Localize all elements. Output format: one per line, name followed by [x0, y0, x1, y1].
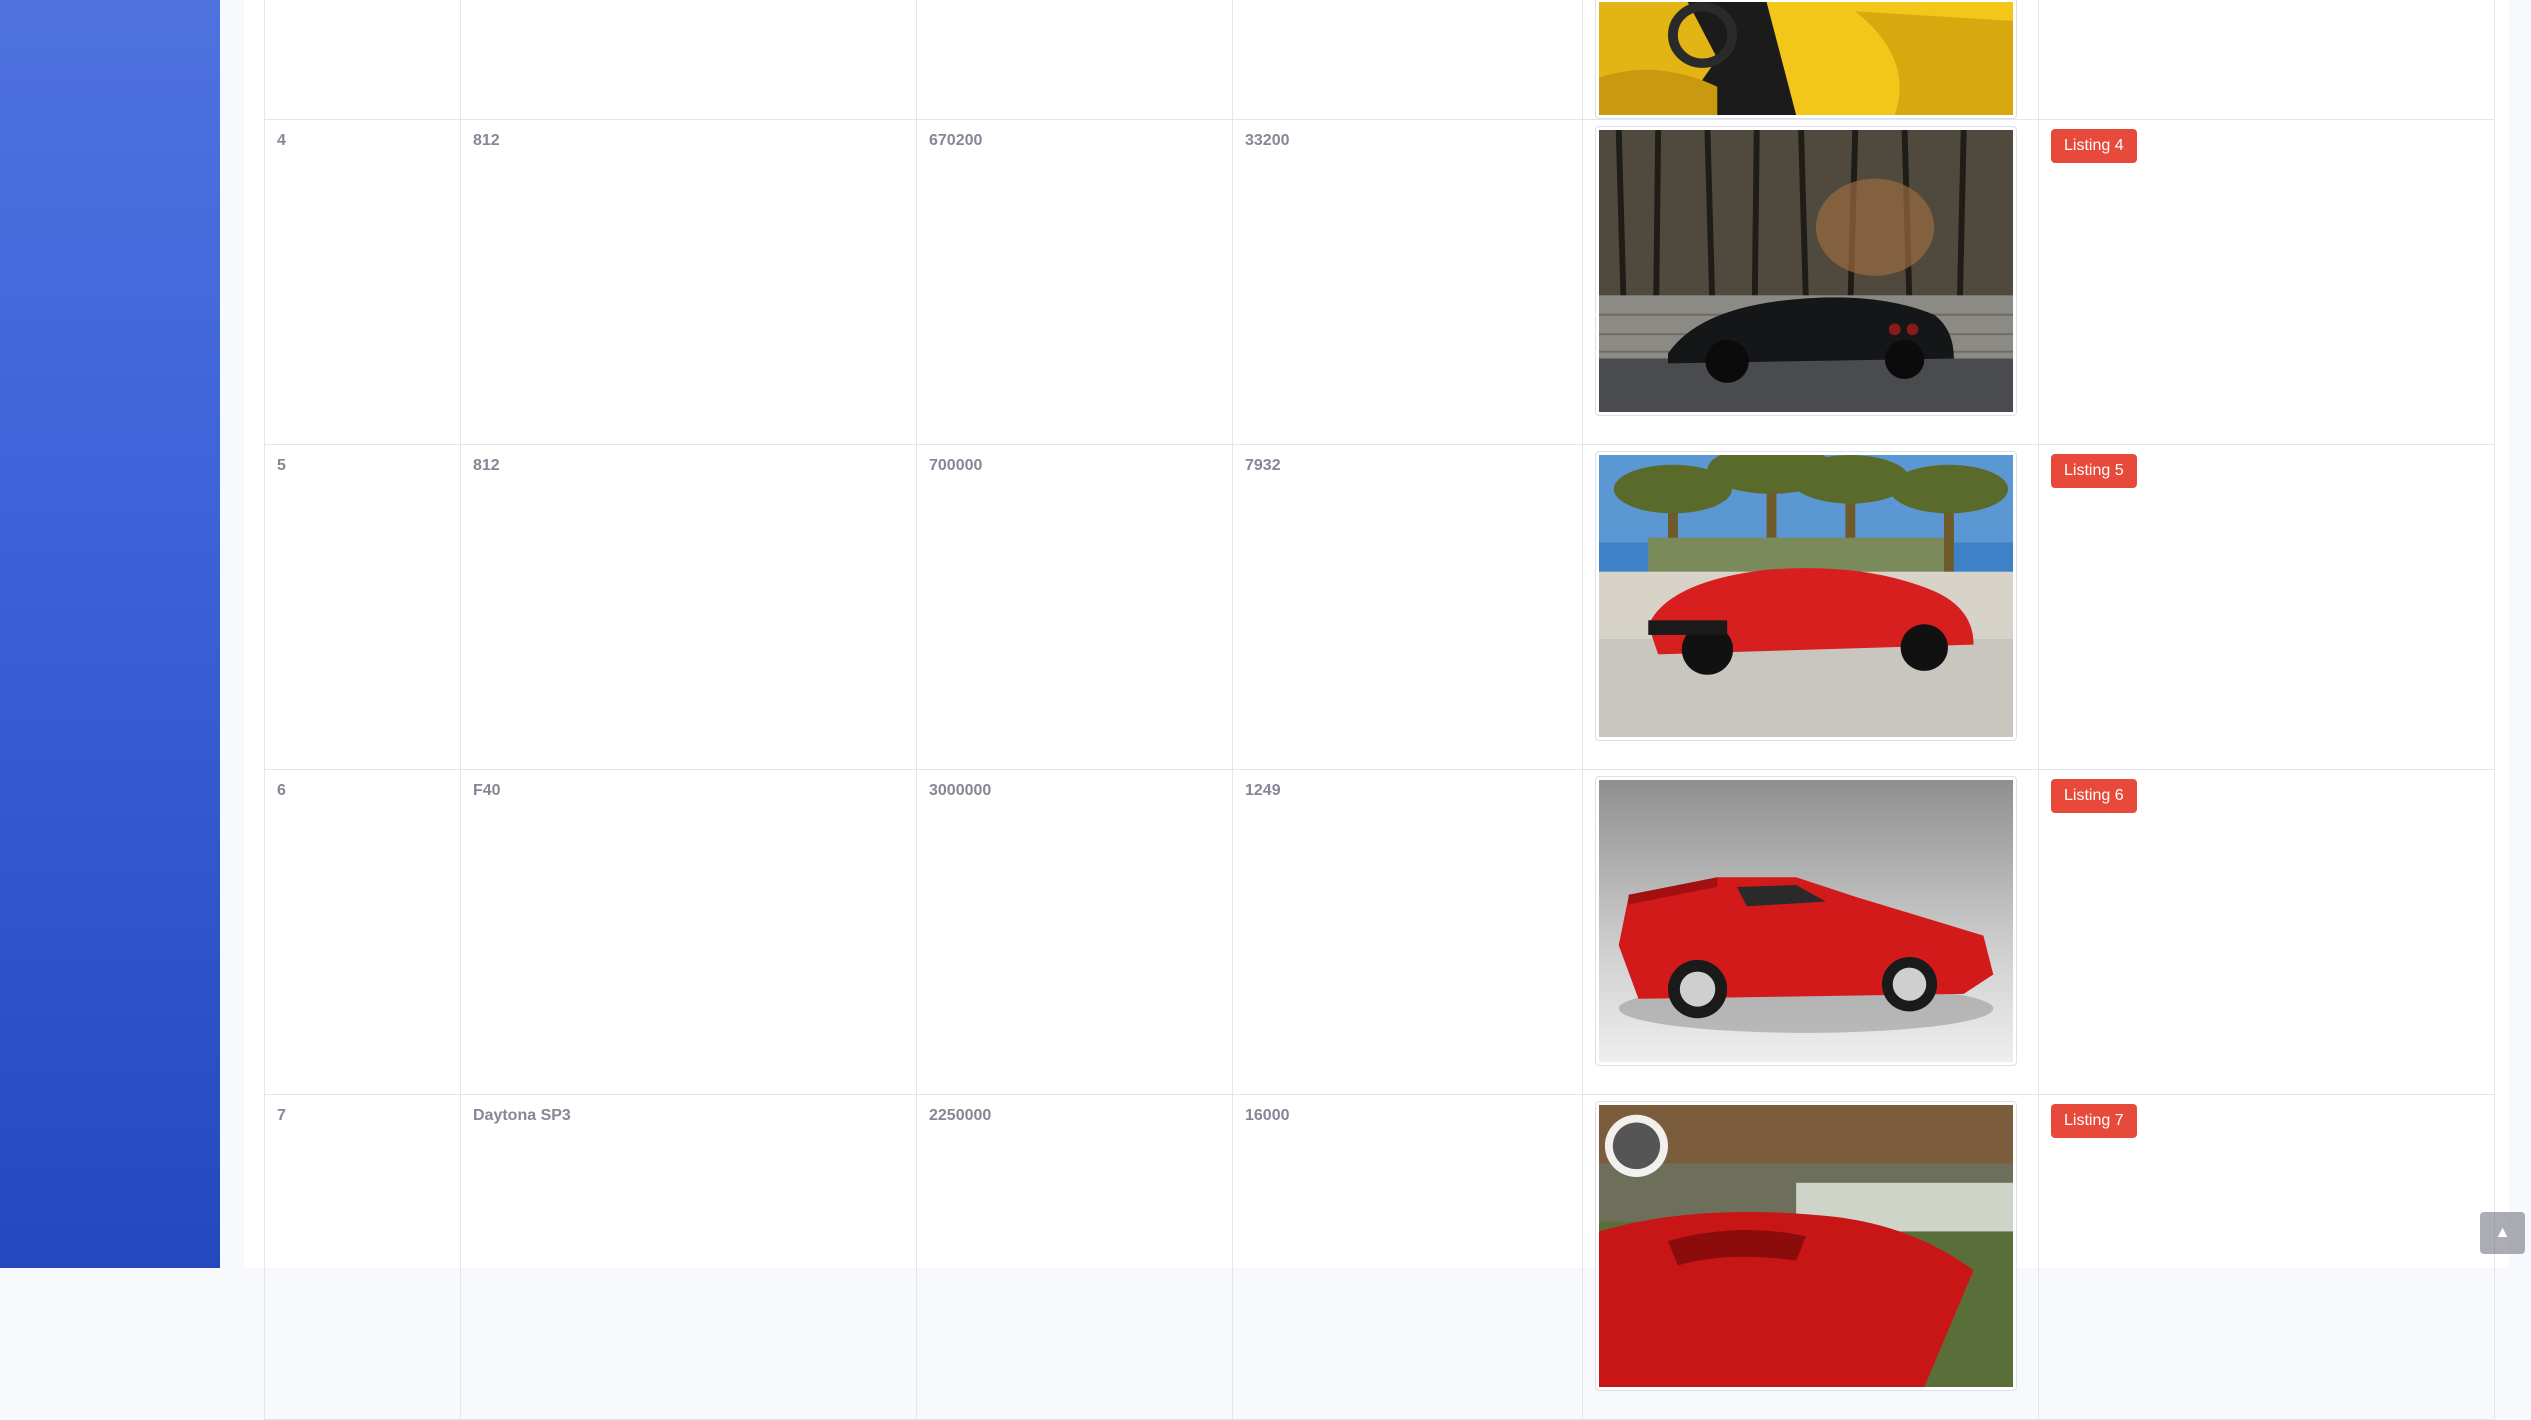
sidebar [0, 0, 220, 1268]
listing-7-button[interactable]: Listing 7 [2051, 1104, 2137, 1138]
table-row: 7 Daytona SP3 2250000 16000 Listing 7 [264, 1094, 2495, 1420]
car-image-red-daytona-sp3 [1595, 1101, 2017, 1391]
cell-id: 6 [264, 769, 461, 1095]
car-image-interior [1595, 0, 2017, 119]
cell-mileage: 16000 [1232, 1094, 1583, 1420]
car-image-red-812 [1595, 451, 2017, 741]
table-row: 5 812 700000 7932 Listing 5 [264, 444, 2495, 770]
cell-id: 4 [264, 119, 461, 445]
table-row: 6 F40 3000000 1249 Listing 6 [264, 769, 2495, 1095]
listing-6-button[interactable]: Listing 6 [2051, 779, 2137, 813]
listings-table: 4 812 670200 33200 Listing 4 5 812 70000… [264, 0, 2495, 1420]
cell-price: 670200 [916, 119, 1233, 445]
table-row [264, 0, 2495, 120]
cell-model: 812 [460, 444, 917, 770]
cell-model: F40 [460, 769, 917, 1095]
cell-model: Daytona SP3 [460, 1094, 917, 1420]
cell-model: 812 [460, 119, 917, 445]
scroll-to-top-button[interactable]: ▲ [2480, 1212, 2525, 1254]
table-row: 4 812 670200 33200 Listing 4 [264, 119, 2495, 445]
cell-id: 5 [264, 444, 461, 770]
cell-mileage: 1249 [1232, 769, 1583, 1095]
cell-id: 7 [264, 1094, 461, 1420]
listing-5-button[interactable]: Listing 5 [2051, 454, 2137, 488]
cell-mileage: 7932 [1232, 444, 1583, 770]
main-content: 4 812 670200 33200 Listing 4 5 812 70000… [244, 0, 2509, 1420]
listing-4-button[interactable]: Listing 4 [2051, 129, 2137, 163]
cell-price: 700000 [916, 444, 1233, 770]
cell-mileage: 33200 [1232, 119, 1583, 445]
cell-price: 3000000 [916, 769, 1233, 1095]
car-image-black-812 [1595, 126, 2017, 416]
car-image-red-f40 [1595, 776, 2017, 1066]
chevron-up-icon: ▲ [2494, 1224, 2511, 1241]
cell-price: 2250000 [916, 1094, 1233, 1420]
